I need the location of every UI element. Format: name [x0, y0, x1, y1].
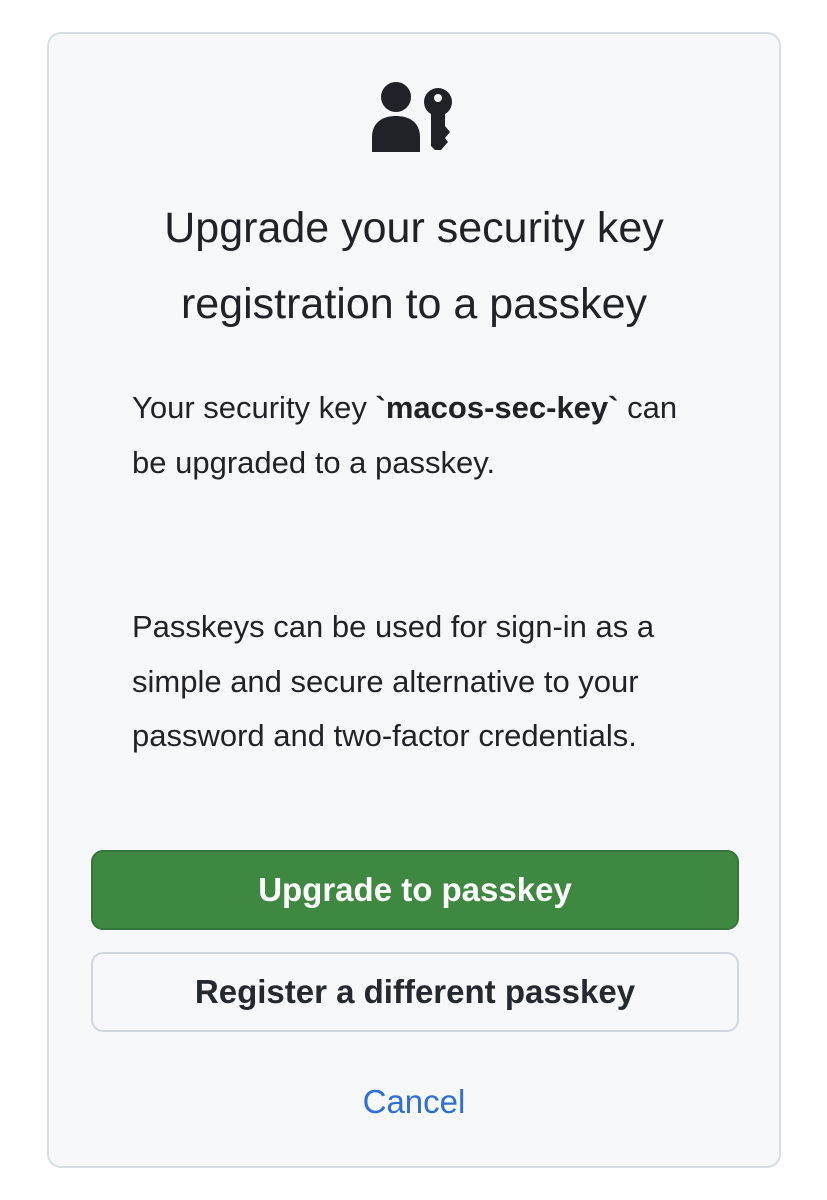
- upgrade-button-label: Upgrade to passkey: [258, 871, 572, 908]
- cancel-link[interactable]: Cancel: [49, 1078, 779, 1126]
- register-button-label: Register a different passkey: [194, 973, 636, 1010]
- upgrade-message: Your security key `macos-sec-key` can be…: [132, 381, 702, 490]
- register-different-passkey-button[interactable]: Register a different passkey: [91, 952, 739, 1032]
- dialog-title: Upgrade your security key registration t…: [164, 204, 664, 328]
- passkey-description: Passkeys can be used for sign-in as a si…: [132, 609, 655, 753]
- upgrade-to-passkey-button[interactable]: Upgrade to passkey: [91, 850, 739, 930]
- message-prefix: Your security key: [132, 390, 376, 425]
- security-key-name: `macos-sec-key`: [375, 390, 619, 425]
- passkey-upgrade-dialog: Upgrade your security key registration t…: [47, 32, 781, 1168]
- person-key-icon: [372, 82, 452, 152]
- icon-container: [49, 82, 779, 152]
